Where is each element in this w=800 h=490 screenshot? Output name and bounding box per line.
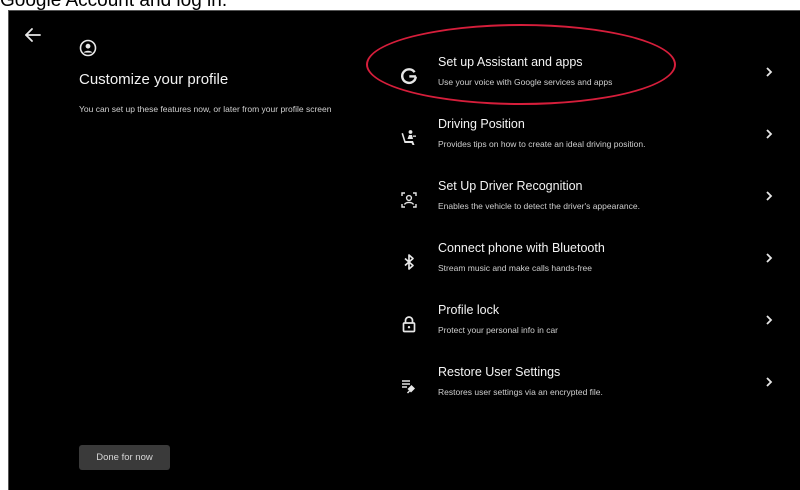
item-subtitle: Restores user settings via an encrypted …	[438, 387, 603, 397]
item-subtitle: Stream music and make calls hands-free	[438, 263, 593, 273]
setup-assistant-item[interactable]: Set up Assistant and apps Use your voice…	[389, 54, 779, 104]
item-subtitle: Use your voice with Google services and …	[438, 77, 613, 87]
account-circle-icon	[79, 39, 97, 57]
item-title: Driving Position	[438, 117, 525, 131]
lock-icon	[399, 314, 419, 334]
chevron-right-icon	[763, 250, 775, 266]
chevron-right-icon	[763, 188, 775, 204]
bluetooth-item[interactable]: Connect phone with Bluetooth Stream musi…	[389, 240, 779, 290]
chevron-right-icon	[763, 126, 775, 142]
restore-settings-item[interactable]: Restore User Settings Restores user sett…	[389, 364, 779, 414]
item-title: Connect phone with Bluetooth	[438, 241, 605, 255]
chevron-right-icon	[763, 64, 775, 80]
face-scan-icon	[399, 190, 419, 210]
google-g-icon	[399, 66, 419, 86]
item-title: Restore User Settings	[438, 365, 561, 379]
page-title: Customize your profile	[79, 71, 229, 88]
item-subtitle: Provides tips on how to create an ideal …	[438, 139, 646, 149]
chevron-right-icon	[763, 312, 775, 328]
back-button[interactable]	[23, 25, 43, 45]
item-subtitle: Protect your personal info in car	[438, 325, 559, 335]
bluetooth-icon	[399, 252, 419, 272]
item-subtitle: Enables the vehicle to detect the driver…	[438, 201, 640, 211]
driver-seat-icon	[399, 128, 419, 148]
chevron-right-icon	[763, 374, 775, 390]
item-title: Profile lock	[438, 303, 500, 317]
arrow-left-icon	[25, 28, 41, 42]
profile-lock-item[interactable]: Profile lock Protect your personal info …	[389, 302, 779, 352]
page-description: You can set up these features now, or la…	[79, 104, 332, 114]
profile-setup-screen: Customize your profile You can set up th…	[8, 10, 800, 490]
driving-position-item[interactable]: Driving Position Provides tips on how to…	[389, 116, 779, 166]
done-for-now-button[interactable]: Done for now	[79, 445, 170, 470]
restore-settings-icon	[399, 376, 419, 396]
driver-recognition-item[interactable]: Set Up Driver Recognition Enables the ve…	[389, 178, 779, 228]
item-title: Set Up Driver Recognition	[438, 179, 583, 193]
item-title: Set up Assistant and apps	[438, 55, 583, 69]
